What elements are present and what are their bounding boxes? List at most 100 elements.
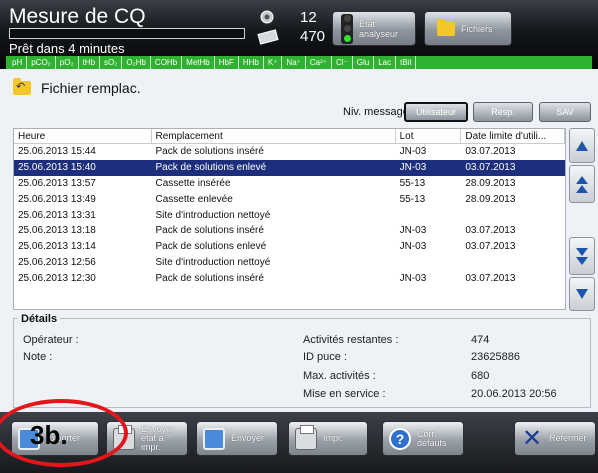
column-header-lot[interactable]: Lot [396,129,462,143]
message-level-label: Niv. message: [343,106,412,118]
replacement-table: Heure Remplacement Lot Date limite d'uti… [13,128,566,310]
progress-bar [9,28,245,39]
table-body: 25.06.2013 15:44 Pack de solutions inséré… [14,144,565,286]
row-replacement: Cassette enlevée [155,193,233,205]
page-down-button[interactable] [569,237,595,275]
column-header-date[interactable]: Date limite d'utili... [461,129,565,143]
row-expiry: 03.07.2013 [465,272,516,284]
note-label: Note : [23,351,53,363]
troubleshooting-button[interactable]: ? Corr. défauts [382,421,464,456]
send-icon [203,427,225,450]
param-chip: pO₂ [56,56,79,69]
consumables-icon [257,10,279,45]
row-expiry: 03.07.2013 [465,241,516,253]
param-chip: pH [8,56,28,69]
page-heading: Fichier remplac. [13,78,141,96]
level-user-button[interactable]: Utilisateur [404,102,468,122]
print-button[interactable]: Impr. [288,421,368,456]
table-row[interactable]: 25.06.2013 13:31 Site d'introduction nett… [14,207,565,223]
page-up-button[interactable] [569,165,595,203]
row-time: 25.06.2013 13:49 [18,193,96,205]
row-time: 25.06.2013 15:44 [18,146,96,158]
remaining-activities-label: Activités restantes : [303,334,399,346]
row-lot: JN-03 [399,225,427,237]
table-row[interactable]: 25.06.2013 13:18 Pack de solutions inséré… [14,223,565,239]
param-chip: K⁺ [264,56,283,69]
close-icon: ✕ [521,425,543,452]
row-expiry: 03.07.2013 [465,146,516,158]
table-row[interactable]: 25.06.2013 13:57 Cassette insérée 55-13 28.… [14,176,565,192]
param-chip: HbF [215,56,239,69]
row-replacement: Pack de solutions inséré [155,272,264,284]
param-chip: MetHb [182,56,215,69]
table-row[interactable]: 25.06.2013 12:56 Site d'introduction nett… [14,255,565,271]
commissioning-value: 20.06.2013 20:56 [471,388,557,400]
level-resp-button[interactable]: Resp. [473,102,533,122]
help-icon: ? [389,427,411,450]
row-replacement: Pack de solutions enlevé [155,162,267,174]
files-label: Fichiers [461,23,493,34]
row-lot: 55-13 [399,177,426,189]
send-status-label: Envoyer état à impr. [141,424,175,452]
row-expiry [461,255,565,271]
annotation-label: 3b. [30,420,68,450]
row-time: 25.06.2013 13:18 [18,225,96,237]
files-button[interactable]: Fichiers [424,11,512,46]
max-activities-label: Max. activités : [303,370,376,382]
param-chip: sO₂ [100,56,123,69]
troubleshooting-label: Corr. défauts [417,428,447,448]
ready-status: Prêt dans 4 minutes [9,41,125,56]
row-time: 25.06.2013 13:57 [18,177,96,189]
count-top: 12 [300,9,317,26]
param-chip: HHb [239,56,264,69]
arrow-down-icon [576,289,588,299]
param-chip: COHb [151,56,183,69]
table-row[interactable]: 25.06.2013 13:49 Cassette enlevée 55-13 28.… [14,191,565,207]
send-button[interactable]: Envoyer [196,421,278,456]
analyzer-status-button[interactable]: État analyseur [332,11,416,46]
column-header-remplacement[interactable]: Remplacement [152,129,396,143]
row-expiry [461,207,565,223]
row-expiry: 28.09.2013 [465,193,516,205]
row-replacement: Pack de solutions enlevé [155,241,267,253]
table-row[interactable]: 25.06.2013 15:44 Pack de solutions inséré… [14,144,565,160]
commissioning-label: Mise en service : [303,388,386,400]
traffic-light-icon [341,13,353,44]
table-row[interactable]: 25.06.2013 12:30 Pack de solutions inséré… [14,270,565,286]
row-lot [396,255,462,271]
details-title: Détails [18,313,61,325]
scroll-bottom-button[interactable] [569,277,595,311]
row-replacement: Pack de solutions inséré [155,146,264,158]
close-button[interactable]: ✕ Refermer [514,421,596,456]
double-arrow-down-icon [576,247,588,265]
operator-label: Opérateur : [23,334,79,346]
remaining-activities-value: 474 [471,334,490,346]
page-title: Fichier remplac. [41,80,141,96]
print-label: Impr. [323,433,344,443]
row-expiry: 03.07.2013 [465,162,516,174]
table-row[interactable]: 25.06.2013 15:40 Pack de solutions enlevé… [14,159,565,176]
arrow-up-icon [576,140,588,151]
chip-id-label: ID puce : [303,351,348,363]
row-expiry: 03.07.2013 [465,225,516,237]
row-time: 25.06.2013 12:30 [18,272,96,284]
scroll-top-button[interactable] [569,128,595,163]
send-label: Envoyer [231,433,265,443]
analyzer-status-label: État analyseur [359,18,399,39]
chip-id-value: 23625886 [471,351,520,363]
row-replacement: Cassette insérée [155,177,231,189]
param-chip: O₂Hb [122,56,151,69]
row-replacement: Site d'introduction nettoyé [155,256,271,268]
param-chip: Glu [353,56,375,69]
max-activities-value: 680 [471,370,490,382]
row-time: 25.06.2013 13:14 [18,241,96,253]
row-replacement: Pack de solutions inséré [155,225,264,237]
row-lot: JN-03 [399,241,427,253]
column-header-heure[interactable]: Heure [14,129,152,143]
param-chip: Na⁺ [282,56,306,69]
folder-icon [437,18,455,36]
screen-title: Mesure de CQ [9,5,146,28]
table-row[interactable]: 25.06.2013 13:14 Pack de solutions enlevé… [14,239,565,255]
level-sav-button[interactable]: SAV [539,102,591,122]
table-header: Heure Remplacement Lot Date limite d'uti… [14,129,565,144]
